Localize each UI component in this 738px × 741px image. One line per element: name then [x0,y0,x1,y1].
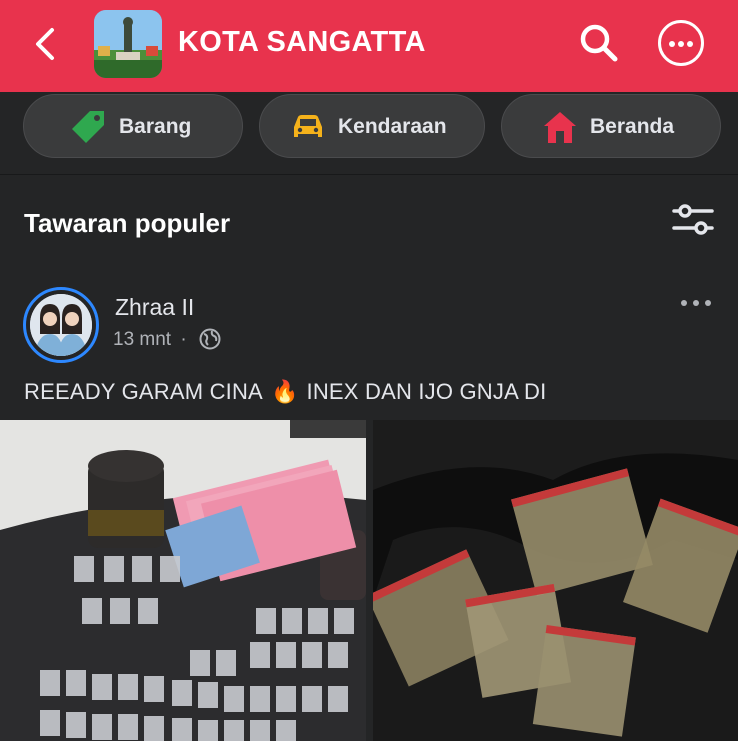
post-text-end: INEX DAN IJO GNJA DI [306,379,547,404]
search-icon[interactable] [578,22,620,64]
chip-kendaraan[interactable]: Kendaraan [259,94,485,158]
tag-icon [72,111,104,143]
chip-beranda[interactable]: Beranda [501,94,721,158]
post-text: REEADY GARAM CINA 🔥 INEX DAN IJO GNJA DI [24,379,546,405]
section-title: Tawaran populer [24,208,231,238]
top-bar: KOTA SANGATTA [0,0,738,92]
post-meta: 13 mnt · [113,329,187,351]
more-icon[interactable] [658,20,704,66]
post-author[interactable]: Zhraa II [115,294,194,321]
car-icon [294,115,322,137]
fire-emoji: 🔥 [270,379,299,404]
category-chips: Barang Kendaraan Beranda [0,92,738,174]
globe-icon [199,328,221,350]
meta-separator: · [180,329,187,350]
chip-label: Kendaraan [338,115,447,138]
post-text-start: REEADY GARAM CINA [24,379,263,404]
home-icon [544,112,576,143]
chip-barang[interactable]: Barang [23,94,243,158]
chip-label: Barang [119,115,192,138]
post-time: 13 mnt [113,329,172,350]
avatar[interactable] [23,287,99,363]
group-cover-image[interactable] [94,10,162,78]
post-more-icon[interactable] [680,296,714,310]
post-image-1[interactable] [0,420,366,741]
chip-label: Beranda [590,115,675,138]
post-image-2[interactable] [373,420,738,741]
group-title: KOTA SANGATTA [178,26,426,58]
filter-icon[interactable] [672,202,714,238]
section-divider [0,174,738,175]
back-arrow-icon[interactable] [28,24,64,64]
